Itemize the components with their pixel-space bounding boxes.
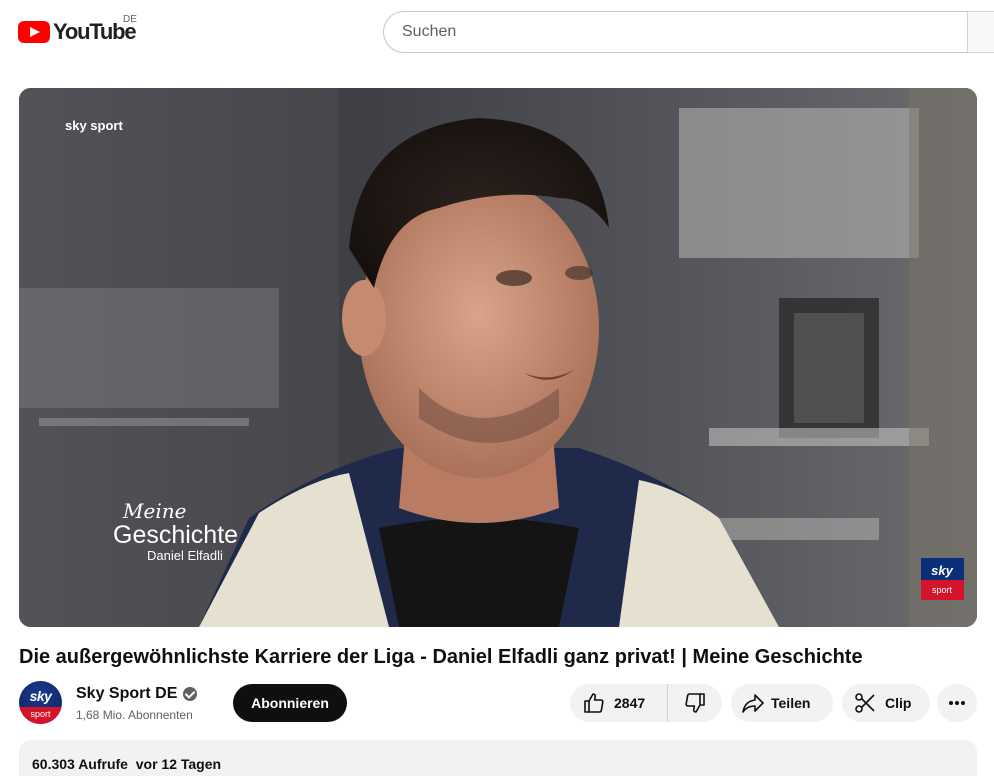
overlay-name: Daniel Elfadli xyxy=(147,548,223,563)
avatar-sky-text: sky xyxy=(29,688,52,704)
thumbs-up-icon xyxy=(582,691,606,715)
description-box[interactable]: 60.303 Aufrufe vor 12 Tagen xyxy=(19,740,977,776)
search-box xyxy=(383,11,994,53)
overlay-title-line2: Geschichte xyxy=(113,521,238,549)
subscriber-count: 1,68 Mio. Abonnenten xyxy=(76,708,193,722)
view-count: 60.303 Aufrufe xyxy=(32,756,128,772)
share-label: Teilen xyxy=(771,695,811,711)
like-button[interactable]: 2847 xyxy=(570,684,668,722)
subscribe-button[interactable]: Abonnieren xyxy=(233,684,347,722)
scissors-icon xyxy=(853,691,877,715)
like-dislike-group: 2847 xyxy=(570,684,722,722)
overlay-title-line1: Meine xyxy=(122,499,186,523)
masthead: YouTube DE xyxy=(0,0,994,64)
avatar-sport-text: sport xyxy=(19,707,62,724)
thumbs-down-icon xyxy=(683,691,707,715)
video-frame: sky sport Meine Geschichte Daniel Elfadl… xyxy=(19,88,977,627)
clip-label: Clip xyxy=(885,695,912,711)
overlay-brand: sky sport xyxy=(65,118,123,133)
more-horizontal-icon xyxy=(945,691,969,715)
share-icon xyxy=(741,691,765,715)
search-button[interactable] xyxy=(967,11,994,53)
upload-date: vor 12 Tagen xyxy=(135,756,222,772)
description-meta: 60.303 Aufrufe vor 12 Tagen xyxy=(32,756,221,772)
more-actions-button[interactable] xyxy=(937,684,977,722)
youtube-logo[interactable]: YouTube xyxy=(18,19,137,45)
corner-logo-bottom: sport xyxy=(932,585,953,595)
video-player[interactable]: sky sport Meine Geschichte Daniel Elfadl… xyxy=(19,88,977,627)
share-button[interactable]: Teilen xyxy=(731,684,833,722)
region-code: DE xyxy=(123,14,137,25)
corner-logo-top: sky xyxy=(931,563,953,578)
search-input[interactable] xyxy=(384,12,994,52)
channel-name: Sky Sport DE xyxy=(76,685,178,702)
like-count: 2847 xyxy=(614,695,646,711)
video-title: Die außergewöhnlichste Karriere der Liga… xyxy=(19,646,863,668)
channel-name-link[interactable]: Sky Sport DE xyxy=(76,685,198,703)
youtube-play-icon xyxy=(18,21,50,43)
clip-button[interactable]: Clip xyxy=(842,684,930,722)
dislike-button[interactable] xyxy=(668,684,721,722)
verified-icon xyxy=(183,687,198,701)
sky-sport-corner-logo: sky sport xyxy=(921,558,964,600)
channel-avatar[interactable]: sky sport xyxy=(19,681,62,724)
